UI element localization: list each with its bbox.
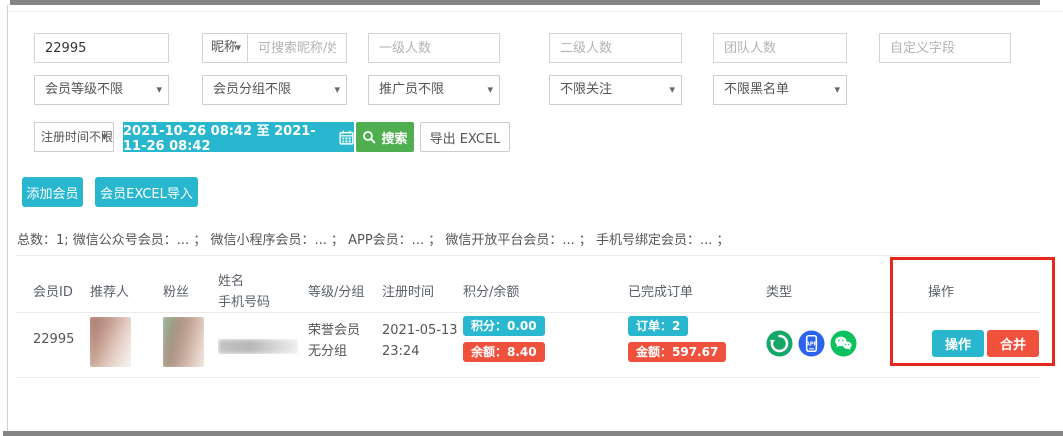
member-id-input[interactable] — [34, 33, 169, 63]
cell-member-id: 22995 — [33, 332, 74, 347]
window-left-border — [7, 5, 8, 431]
cell-type-icons: APP — [766, 330, 857, 357]
app-icon: APP — [798, 330, 825, 357]
nickname-type-select[interactable]: 昵称 — [202, 33, 248, 63]
custom-field-input[interactable] — [879, 33, 1011, 63]
header-referrer: 推荐人 — [90, 281, 129, 300]
cell-level-group: 荣誉会员 无分组 — [308, 320, 360, 362]
level2-count-input[interactable] — [549, 33, 682, 63]
summary-divider — [16, 255, 1040, 256]
add-member-button[interactable]: 添加会员 — [22, 177, 83, 207]
header-points-balance: 积分/余额 — [463, 281, 519, 300]
row-merge-button[interactable]: 合并 — [987, 330, 1039, 357]
header-name-phone: 姓名 手机号码 — [218, 271, 270, 313]
member-summary-text: 总数：1; 微信公众号会员：... ； 微信小程序会员：... ； APP会员：… — [17, 229, 730, 248]
fans-avatar — [163, 317, 204, 367]
promoter-select[interactable]: 推广员不限 — [368, 75, 500, 105]
member-level-select[interactable]: 会员等级不限 — [34, 75, 169, 105]
balance-badge: 余额：8.40 — [463, 342, 545, 362]
promoter-label: 推广员不限 — [379, 82, 444, 97]
wechat-icon — [830, 330, 857, 357]
calendar-icon — [339, 130, 354, 145]
member-level-label: 会员等级不限 — [45, 82, 123, 97]
register-time-select[interactable]: 注册时间不限 — [34, 122, 114, 152]
blacklist-label: 不限黑名单 — [724, 82, 789, 97]
register-time-value: 23:24 — [382, 341, 458, 362]
header-fans: 粉丝 — [163, 281, 189, 300]
referrer-avatar — [90, 317, 131, 367]
header-type: 类型 — [766, 281, 792, 300]
cell-points-balance: 积分：0.00 余额：8.40 — [463, 315, 545, 362]
svg-text:APP: APP — [806, 341, 818, 347]
team-count-input[interactable] — [713, 33, 847, 63]
window-top-bar — [10, 0, 1040, 5]
panel-top-border — [8, 11, 1063, 12]
orders-badge: 订单：2 — [628, 316, 688, 336]
member-level-value: 荣誉会员 — [308, 320, 360, 341]
import-excel-button[interactable]: 会员EXCEL导入 — [95, 177, 198, 207]
header-completed-orders: 已完成订单 — [628, 281, 693, 300]
search-icon — [362, 130, 376, 144]
amount-badge: 金额：597.67 — [628, 342, 726, 362]
row-operate-button[interactable]: 操作 — [932, 330, 984, 357]
cell-completed-orders: 订单：2 金额：597.67 — [628, 315, 726, 362]
header-register-time: 注册时间 — [382, 281, 434, 300]
date-range-value: 2021-10-26 08:42 至 2021-11-26 08:42 — [123, 120, 331, 154]
follow-label: 不限关注 — [560, 82, 612, 97]
search-button[interactable]: 搜索 — [356, 122, 414, 152]
search-button-label: 搜索 — [381, 128, 407, 147]
wechat-open-platform-icon — [766, 330, 793, 357]
member-group-select[interactable]: 会员分组不限 — [202, 75, 347, 105]
header-divider — [16, 312, 1040, 313]
header-level-group: 等级/分组 — [308, 281, 364, 300]
header-name-line1: 姓名 — [218, 271, 270, 292]
name-phone-redacted — [218, 339, 298, 354]
register-time-label: 注册时间不限 — [41, 130, 113, 144]
nickname-search-input[interactable] — [247, 33, 347, 63]
window-bottom-bar — [3, 431, 1063, 436]
row-divider — [16, 377, 1040, 378]
header-name-line2: 手机号码 — [218, 292, 270, 313]
level1-count-input[interactable] — [368, 33, 500, 63]
member-group-label: 会员分组不限 — [213, 82, 291, 97]
points-badge: 积分：0.00 — [463, 316, 545, 336]
follow-select[interactable]: 不限关注 — [549, 75, 682, 105]
member-group-value: 无分组 — [308, 341, 360, 362]
cell-register-time: 2021-05-13 23:24 — [382, 320, 458, 362]
header-member-id: 会员ID — [33, 281, 73, 300]
nickname-type-label: 昵称 — [211, 40, 237, 55]
export-excel-button[interactable]: 导出 EXCEL — [420, 122, 510, 152]
header-operation: 操作 — [928, 281, 954, 300]
blacklist-select[interactable]: 不限黑名单 — [713, 75, 847, 105]
date-range-picker[interactable]: 2021-10-26 08:42 至 2021-11-26 08:42 — [123, 122, 354, 152]
register-date-value: 2021-05-13 — [382, 320, 458, 341]
